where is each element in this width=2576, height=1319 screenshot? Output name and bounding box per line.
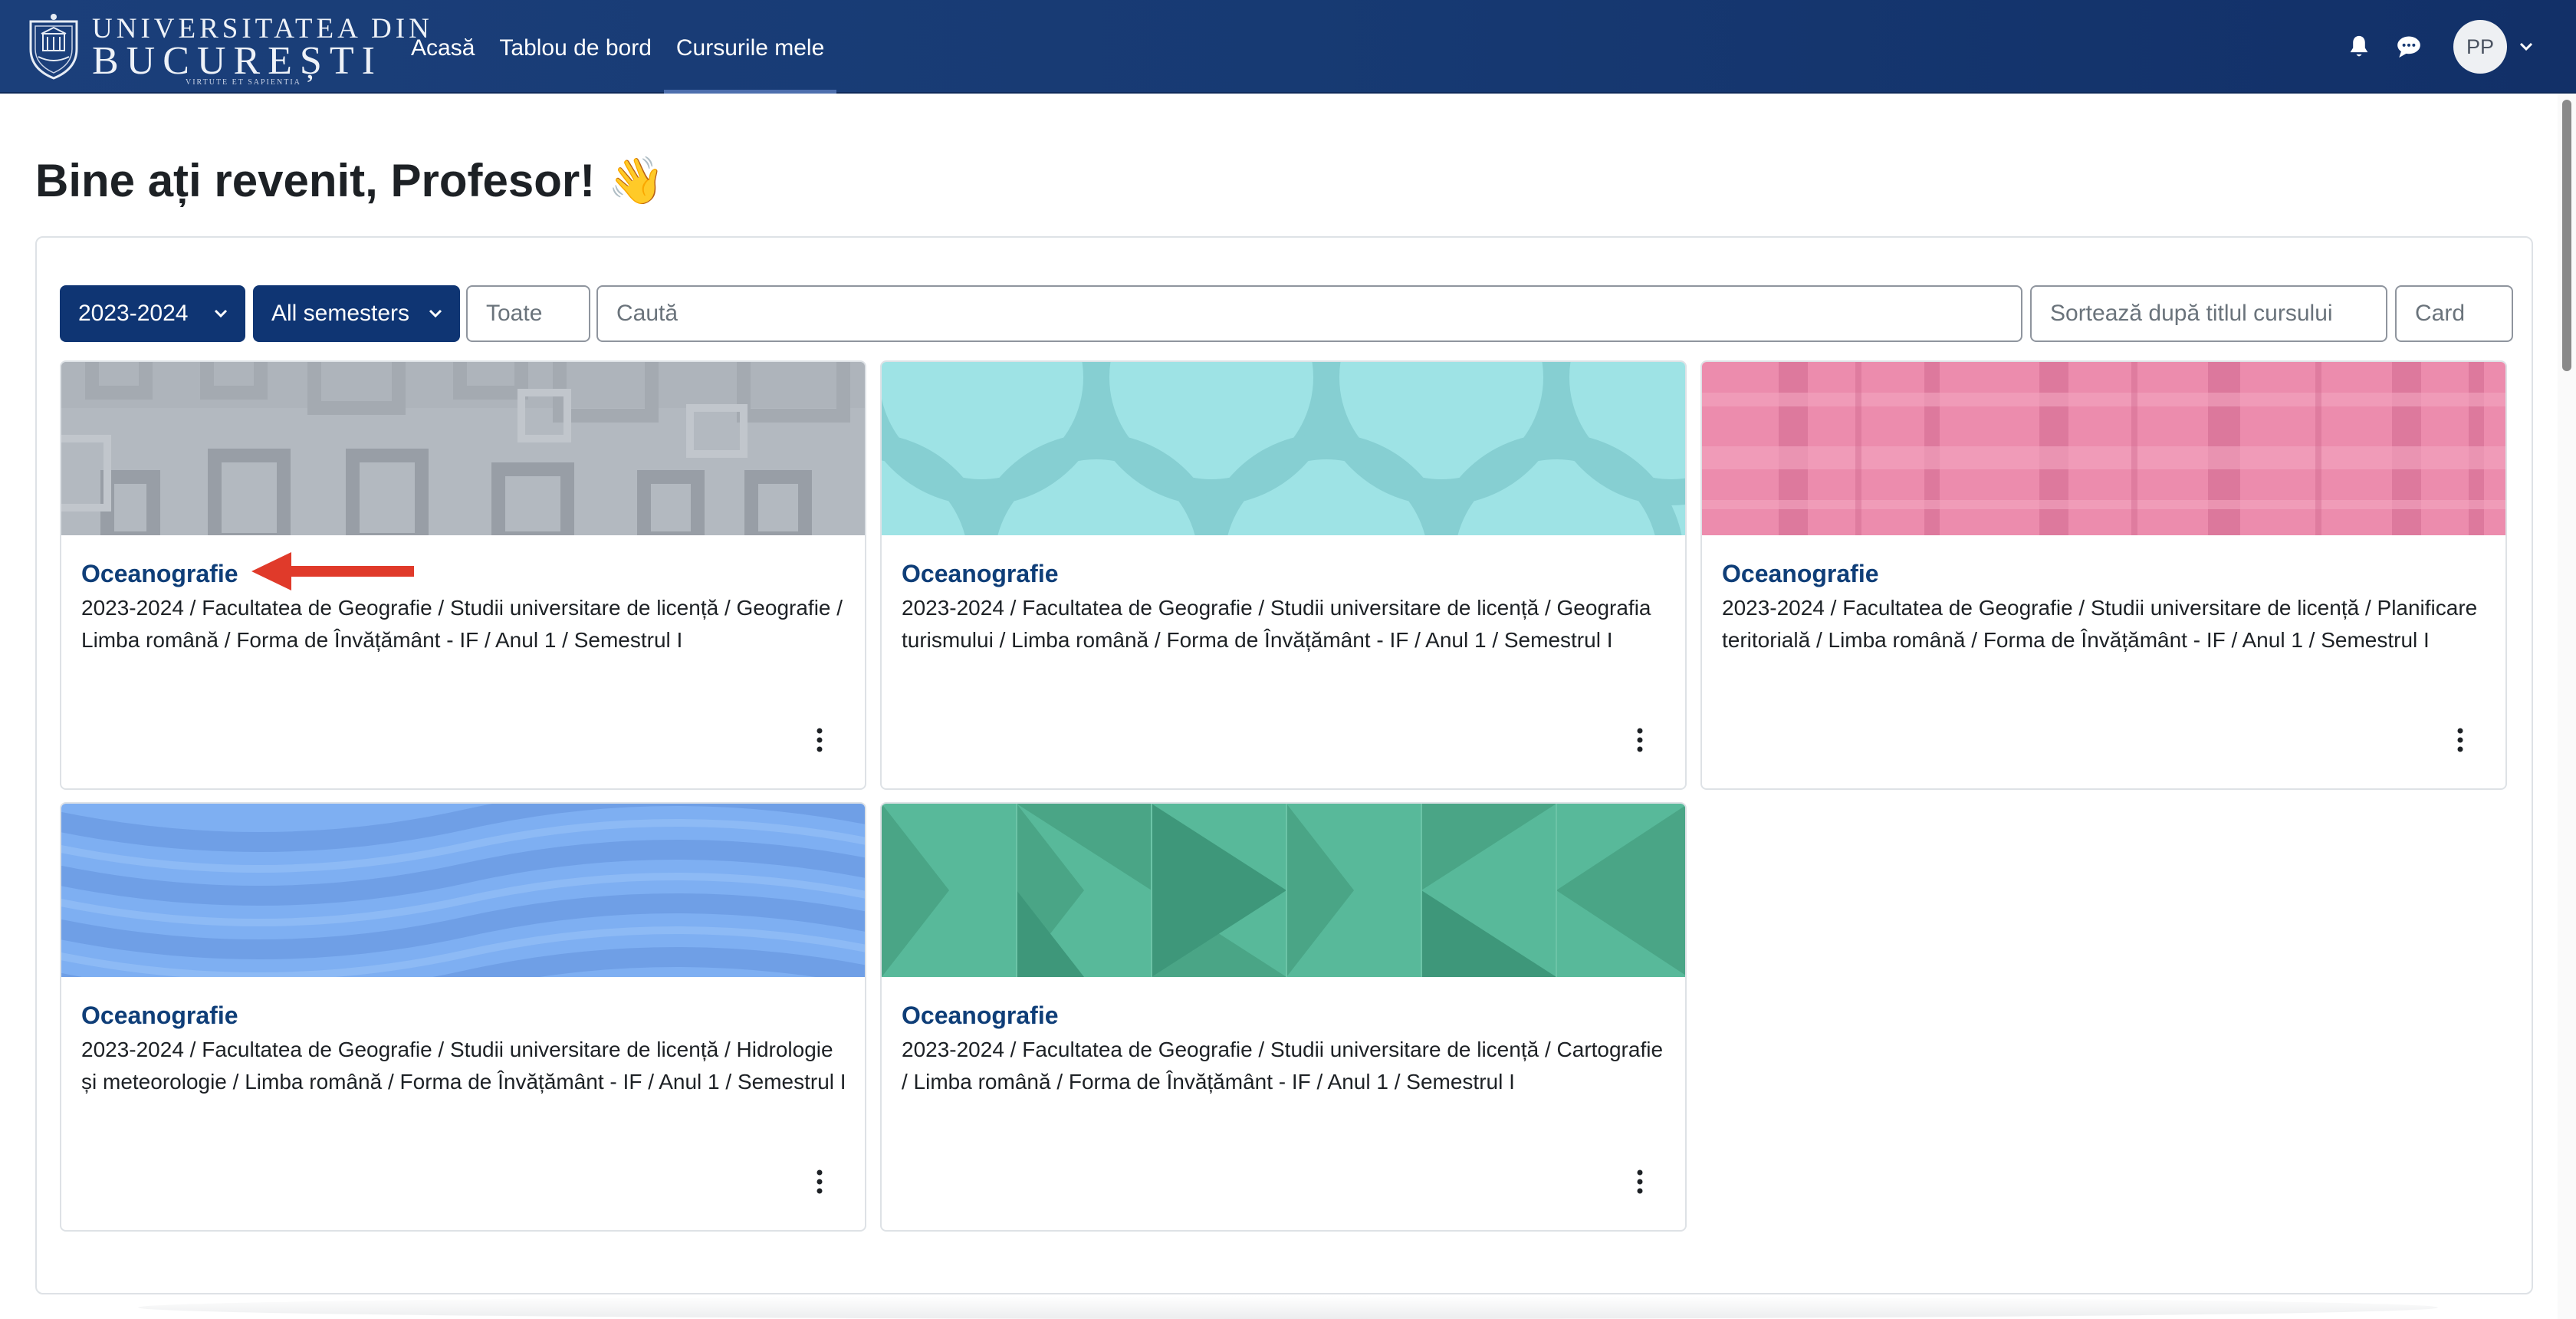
view-mode-dropdown[interactable]: Card (2395, 285, 2513, 342)
course-title-link[interactable]: Oceanografie (902, 1002, 1059, 1030)
page-scrollbar[interactable] (2558, 94, 2576, 1319)
more-options-icon[interactable] (1635, 1169, 1645, 1195)
university-crest-icon (29, 14, 78, 80)
chevron-down-icon (214, 309, 228, 318)
bell-icon[interactable] (2346, 34, 2372, 60)
course-title-link[interactable]: Oceanografie (81, 1002, 238, 1030)
logo-text-main: BUCUREȘTI (92, 39, 383, 83)
chevron-down-icon (429, 309, 442, 318)
course-image[interactable] (61, 804, 865, 977)
user-avatar[interactable]: PP (2453, 20, 2507, 74)
pink-plaid-pattern (1702, 362, 2505, 535)
course-category-path: 2023-2024 / Facultatea de Geografie / St… (902, 596, 1651, 652)
more-options-icon[interactable] (814, 727, 825, 753)
course-image[interactable] (882, 804, 1685, 977)
primary-navigation: Acasă Tablou de bord Cursurile mele (399, 0, 837, 94)
chat-icon[interactable] (2395, 34, 2423, 60)
year-filter-label: 2023-2024 (78, 301, 189, 326)
green-triangles-pattern (882, 804, 1685, 977)
chevron-down-icon[interactable] (2518, 40, 2535, 54)
course-image[interactable] (882, 362, 1685, 535)
semester-filter-dropdown[interactable]: All semesters (253, 285, 460, 342)
course-image[interactable] (61, 362, 865, 535)
teal-circles-pattern (882, 362, 1685, 535)
course-title-link[interactable]: Oceanografie (1722, 560, 1879, 588)
top-navbar: UNIVERSITATEA DIN BUCUREȘTI VIRTUTE ET S… (0, 0, 2576, 94)
course-category-path: 2023-2024 / Facultatea de Geografie / St… (1722, 596, 2478, 652)
annotation-arrow-icon (251, 552, 414, 590)
course-card: Oceanografie 2023-2024 / Facultatea de G… (880, 802, 1687, 1232)
scrollbar-thumb[interactable] (2562, 100, 2571, 371)
logo-motto: VIRTUTE ET SAPIENTIA (186, 78, 301, 87)
more-options-icon[interactable] (2455, 727, 2466, 753)
course-card: Oceanografie 2023-2024 / Facultatea de G… (60, 802, 866, 1232)
sort-dropdown[interactable]: Sortează după titlul cursului (2030, 285, 2387, 342)
search-input[interactable] (616, 288, 1951, 339)
bottom-shadow (138, 1296, 2438, 1319)
course-category-path: 2023-2024 / Facultatea de Geografie / St… (902, 1038, 1664, 1094)
university-logo[interactable]: UNIVERSITATEA DIN BUCUREȘTI VIRTUTE ET S… (25, 8, 429, 87)
nav-my-courses[interactable]: Cursurile mele (663, 0, 837, 94)
more-options-icon[interactable] (814, 1169, 825, 1195)
course-image[interactable] (1702, 362, 2505, 535)
grey-squares-pattern (61, 362, 865, 535)
more-options-icon[interactable] (1635, 727, 1645, 753)
course-card: Oceanografie 2023-2024 / Facultatea de G… (60, 360, 866, 790)
blue-waves-pattern (61, 804, 865, 977)
nav-home[interactable]: Acasă (399, 0, 487, 94)
course-card: Oceanografie 2023-2024 / Facultatea de G… (880, 360, 1687, 790)
course-title-link[interactable]: Oceanografie (902, 560, 1059, 588)
search-field (596, 285, 2022, 342)
course-category-path: 2023-2024 / Facultatea de Geografie / St… (81, 596, 843, 652)
page-title: Bine ați revenit, Profesor! 👋 (35, 155, 665, 206)
course-card: Oceanografie 2023-2024 / Facultatea de G… (1700, 360, 2507, 790)
course-category-path: 2023-2024 / Facultatea de Geografie / St… (81, 1038, 846, 1094)
nav-dashboard[interactable]: Tablou de bord (487, 0, 664, 94)
course-title-link[interactable]: Oceanografie (81, 560, 238, 588)
grouping-dropdown[interactable]: Toate (466, 285, 590, 342)
year-filter-dropdown[interactable]: 2023-2024 (60, 285, 245, 342)
semester-filter-label: All semesters (271, 301, 410, 326)
